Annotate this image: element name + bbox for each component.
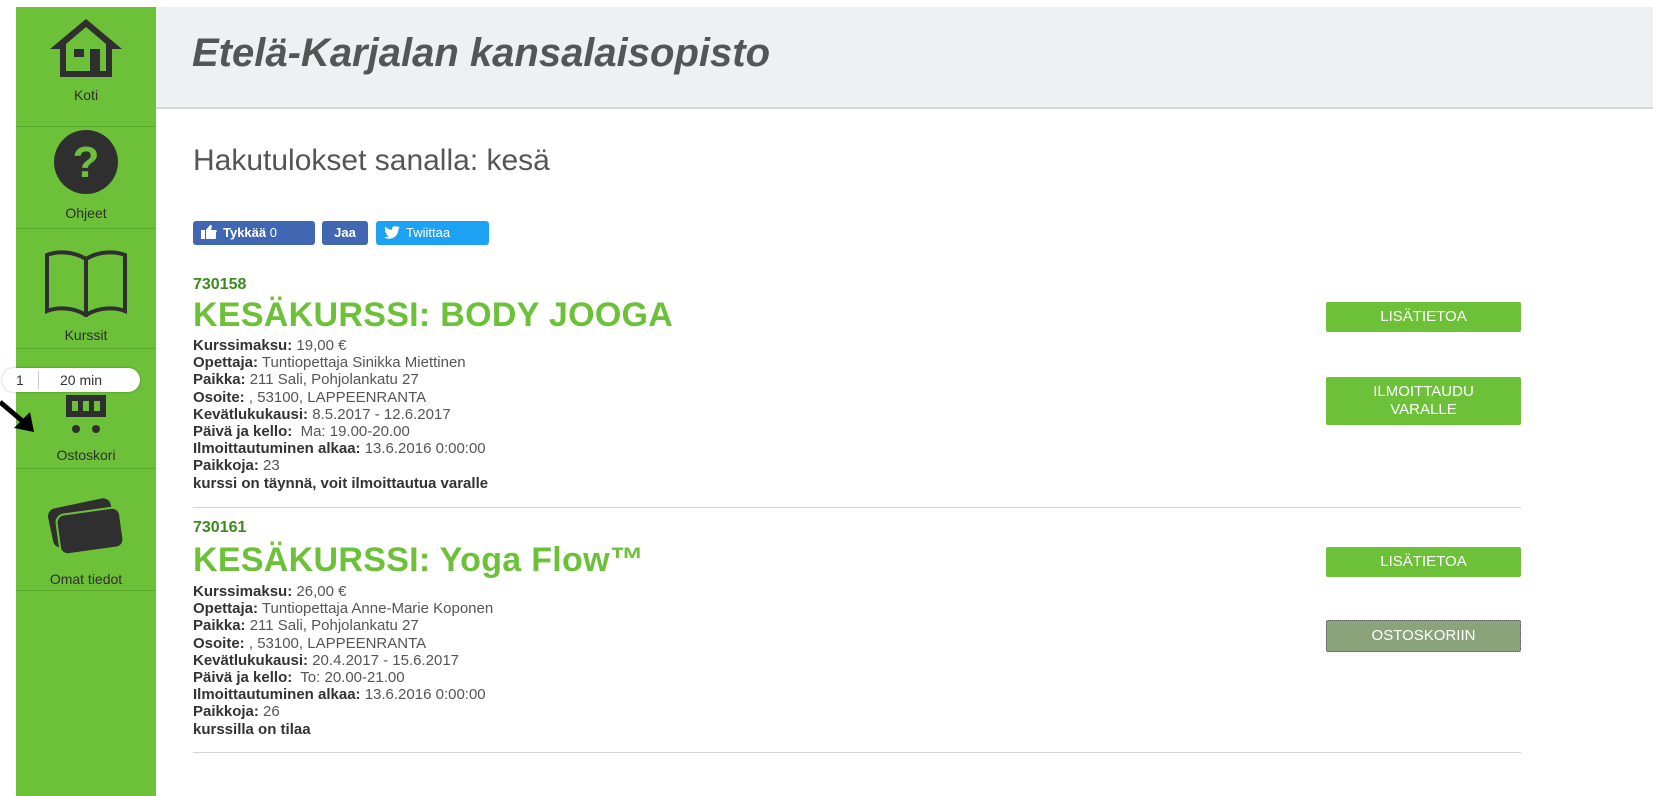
facebook-like-button[interactable]: Tykkää 0	[193, 221, 315, 245]
like-label: Tykkää	[223, 225, 267, 240]
add-to-cart-button[interactable]: OSTOSKORIIN	[1326, 620, 1521, 652]
teacher-label: Opettaja:	[193, 600, 259, 618]
fee-label: Kurssimaksu:	[193, 583, 293, 600]
register-reserve-button[interactable]: ILMOITTAUDU VARALLE	[1326, 377, 1521, 425]
sidebar-item-ostoskori[interactable]: Ostoskori	[16, 349, 156, 469]
registration-value: 13.6.2016 0:00:00	[360, 440, 486, 458]
twitter-bird-icon	[384, 225, 400, 239]
sidebar-item-label: Omat tiedot	[49, 571, 123, 587]
sidebar: Koti ? Ohjeet Kurssit Ostoskori Omat tie…	[16, 7, 156, 796]
teacher-label: Opettaja:	[193, 354, 259, 372]
tweet-label: Twiittaa	[406, 225, 451, 240]
term-label: Kevätlukukausi:	[193, 405, 309, 423]
term-value: 8.5.2017 - 12.6.2017	[308, 405, 451, 423]
cart-count: 1	[16, 372, 24, 388]
time-label: Päivä ja kello:	[193, 423, 293, 441]
cart-icon	[66, 395, 106, 433]
seats-value: 23	[258, 457, 280, 475]
sidebar-item-label: Ohjeet	[65, 205, 107, 221]
arrow-icon	[0, 400, 34, 432]
time-value: Ma: 19.00-20.00	[292, 423, 410, 441]
term-value: 20.4.2017 - 15.6.2017	[308, 651, 460, 669]
fee-value: 26,00 €	[292, 583, 347, 600]
course-number: 730158	[193, 276, 247, 293]
course-title-link[interactable]: KESÄKURSSI: BODY JOOGA	[193, 296, 673, 335]
more-info-button[interactable]: LISÄTIETOA	[1326, 547, 1521, 577]
home-icon	[50, 19, 122, 77]
sidebar-item-kurssit[interactable]: Kurssit	[16, 229, 156, 349]
registration-label: Ilmoittautuminen alkaa:	[193, 440, 361, 458]
user-card-icon	[48, 498, 125, 555]
site-title: Etelä-Karjalan kansalaisopisto	[192, 31, 771, 75]
sidebar-item-label: Ostoskori	[56, 447, 116, 463]
registration-value: 13.6.2016 0:00:00	[360, 686, 486, 704]
place-value: 211 Sali, Pohjolankatu 27	[245, 617, 419, 635]
place-value: 211 Sali, Pohjolankatu 27	[245, 371, 419, 389]
address-value: , 53100, LAPPEENRANTA	[244, 388, 427, 406]
address-label: Osoite:	[193, 634, 245, 652]
tweet-button[interactable]: Twiittaa	[376, 221, 489, 245]
teacher-value: Tuntiopettaja Anne-Marie Koponen	[258, 600, 494, 618]
course-status: kurssi on täynnä, voit ilmoittautua vara…	[193, 474, 489, 492]
like-count: 0	[269, 225, 277, 240]
course-details: Kurssimaksu: 26,00 € Opettaja: Tuntiopet…	[193, 583, 493, 738]
course-title-link[interactable]: KESÄKURSSI: Yoga Flow™	[193, 541, 644, 580]
cart-badge-divider	[38, 371, 39, 389]
more-info-button[interactable]: LISÄTIETOA	[1326, 302, 1521, 332]
sidebar-item-label: Koti	[73, 87, 99, 103]
time-label: Päivä ja kello:	[193, 669, 293, 687]
svg-text:?: ?	[73, 138, 100, 187]
time-value: To: 20.00-21.00	[292, 669, 405, 687]
address-label: Osoite:	[193, 388, 245, 406]
fee-label: Kurssimaksu:	[193, 337, 293, 354]
cart-timer: 20 min	[60, 372, 103, 388]
course-status: kurssilla on tilaa	[193, 720, 311, 738]
cart-badge[interactable]: 1 20 min	[2, 368, 140, 392]
sidebar-item-ohjeet[interactable]: ? Ohjeet	[16, 109, 156, 229]
teacher-value: Tuntiopettaja Sinikka Miettinen	[258, 354, 466, 372]
course-number: 730161	[193, 519, 247, 536]
place-label: Paikka:	[193, 371, 246, 389]
course-divider	[193, 507, 1521, 508]
seats-value: 26	[258, 703, 280, 721]
course-divider	[193, 752, 1521, 753]
book-icon	[45, 250, 127, 317]
place-label: Paikka:	[193, 617, 246, 635]
facebook-share-button[interactable]: Jaa	[322, 221, 368, 245]
sidebar-item-omat-tiedot[interactable]: Omat tiedot	[16, 471, 156, 591]
fee-value: 19,00 €	[292, 337, 347, 354]
registration-label: Ilmoittautuminen alkaa:	[193, 686, 361, 704]
seats-label: Paikkoja:	[193, 703, 259, 721]
thumbs-up-icon	[201, 225, 217, 240]
help-icon: ?	[54, 130, 118, 194]
term-label: Kevätlukukausi:	[193, 651, 309, 669]
address-value: , 53100, LAPPEENRANTA	[244, 634, 427, 652]
course-details: Kurssimaksu: 19,00 € Opettaja: Tuntiopet…	[193, 337, 488, 492]
search-results-heading: Hakutulokset sanalla: kesä	[193, 144, 550, 177]
sidebar-item-label: Kurssit	[64, 327, 108, 343]
seats-label: Paikkoja:	[193, 457, 259, 475]
page-header: Etelä-Karjalan kansalaisopisto	[156, 7, 1653, 109]
